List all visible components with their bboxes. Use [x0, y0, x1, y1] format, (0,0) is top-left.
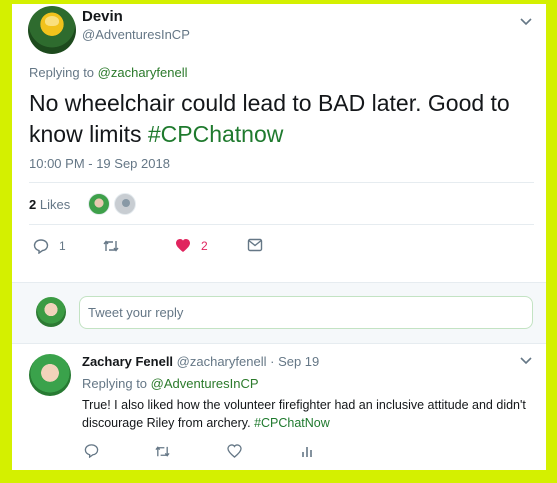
like-button[interactable]: 2	[175, 238, 208, 253]
reply-replying-to: Replying to @AdventuresInCP	[82, 376, 259, 391]
chevron-down-icon[interactable]	[520, 18, 532, 26]
replying-to-link[interactable]: @zacharyfenell	[98, 65, 188, 80]
likes-label: Likes	[39, 197, 71, 212]
reply-text: True! I also liked how the volunteer fir…	[82, 396, 537, 432]
reply-retweet-button[interactable]	[154, 444, 171, 464]
reply-analytics-button[interactable]	[300, 444, 314, 463]
chevron-down-icon[interactable]	[520, 357, 532, 365]
retweet-button[interactable]	[102, 238, 120, 254]
reply-compose-area	[12, 282, 546, 344]
hashtag-link[interactable]: #CPChatnow	[148, 121, 284, 147]
reply-replying-prefix: Replying to	[82, 376, 148, 391]
heart-icon	[175, 238, 191, 253]
liker-avatar[interactable]	[88, 193, 110, 215]
likes-summary[interactable]: 2 Likes	[29, 197, 70, 212]
reply-reply-button[interactable]	[84, 443, 99, 463]
reply-separator: ·	[270, 354, 275, 369]
replying-prefix: Replying to	[29, 65, 95, 80]
reply-date[interactable]: Sep 19	[278, 354, 319, 369]
tweet-timestamp[interactable]: 10:00 PM - 19 Sep 2018	[29, 156, 170, 171]
author-handle[interactable]: @AdventuresInCP	[82, 27, 190, 42]
reply-header: Zachary Fenell @zacharyfenell · Sep 19	[82, 354, 319, 369]
retweet-icon	[102, 238, 120, 254]
author-name[interactable]: Devin	[82, 8, 123, 25]
likes-count: 2	[29, 197, 37, 212]
reply-icon	[84, 444, 99, 462]
reply-like-button[interactable]	[227, 444, 242, 463]
reply-author-avatar[interactable]	[29, 354, 71, 396]
reply-author-name[interactable]: Zachary Fenell	[82, 354, 173, 369]
message-icon	[247, 238, 263, 252]
tweet-text: No wheelchair could lead to BAD later. G…	[29, 88, 534, 150]
current-user-avatar	[36, 297, 66, 327]
direct-message-button[interactable]	[247, 238, 263, 252]
reply-button[interactable]: 1	[33, 238, 66, 254]
reply-icon	[33, 238, 49, 254]
retweet-icon	[154, 446, 171, 463]
reply-count: 1	[59, 239, 66, 253]
reply-replying-to-link[interactable]: @AdventuresInCP	[151, 376, 259, 391]
replying-to: Replying to @zacharyfenell	[29, 65, 187, 80]
tweet-card: Devin @AdventuresInCP Replying to @zacha…	[12, 4, 546, 470]
reply-author-handle[interactable]: @zacharyfenell	[177, 354, 267, 369]
divider	[29, 182, 534, 183]
heart-icon	[227, 444, 242, 462]
reply-hashtag-link[interactable]: #CPChatNow	[254, 416, 330, 430]
analytics-icon	[300, 445, 314, 462]
divider	[29, 224, 534, 225]
tweet-reply-input[interactable]	[79, 296, 533, 329]
author-avatar[interactable]	[28, 6, 76, 54]
liker-avatar-default[interactable]	[114, 193, 136, 215]
like-count: 2	[201, 238, 208, 253]
